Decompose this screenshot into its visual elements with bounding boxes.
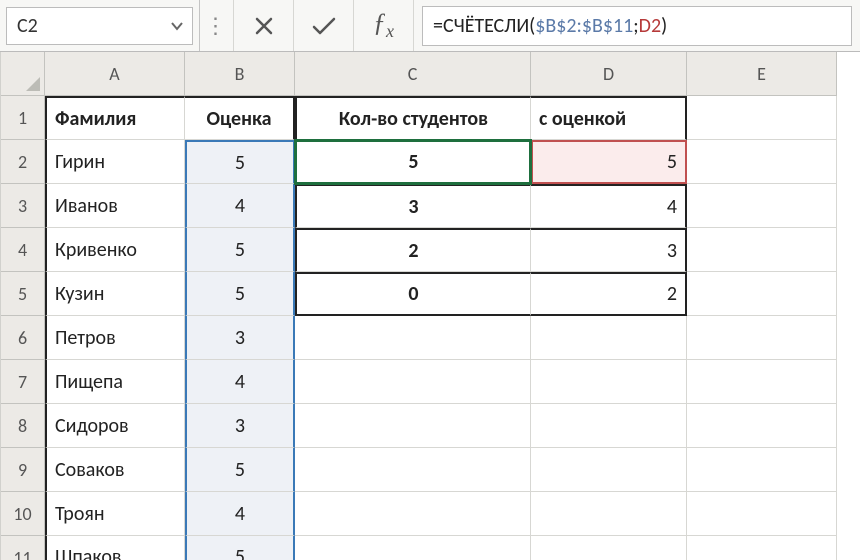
cell-C8[interactable] [295,404,531,448]
cell-C4[interactable]: 2 [295,228,531,272]
cell-E6[interactable] [687,316,837,360]
cell-A7[interactable]: Пищепа [45,360,185,404]
cell-C11[interactable] [295,536,531,560]
row-header-5[interactable]: 5 [1,272,45,316]
cell-B6[interactable]: 3 [185,316,295,360]
cell-B11[interactable]: 5 [185,536,295,560]
cell-B10[interactable]: 4 [185,492,295,536]
cell-A10[interactable]: Троян [45,492,185,536]
cell-E11[interactable] [687,536,837,560]
cell-B8[interactable]: 3 [185,404,295,448]
name-box-value: C2 [17,14,38,38]
cell-A8[interactable]: Сидоров [45,404,185,448]
cell-A6[interactable]: Петров [45,316,185,360]
row-header-11[interactable]: 11 [1,536,45,560]
cell-E5[interactable] [687,272,837,316]
cell-C9[interactable] [295,448,531,492]
row-header-3[interactable]: 3 [1,184,45,228]
row-header-7[interactable]: 7 [1,360,45,404]
col-header-A[interactable]: A [45,52,185,96]
cell-D6[interactable] [531,316,687,360]
row-header-10[interactable]: 10 [1,492,45,536]
cell-A11[interactable]: Шпаков [45,536,185,560]
row-header-6[interactable]: 6 [1,316,45,360]
cell-E2[interactable] [687,140,837,184]
row-header-1[interactable]: 1 [1,96,45,140]
enter-button[interactable] [294,0,354,51]
cell-B7[interactable]: 4 [185,360,295,404]
cell-D10[interactable] [531,492,687,536]
cell-C2[interactable]: 5 [295,140,531,184]
cell-D3[interactable]: 4 [531,184,687,228]
row-header-8[interactable]: 8 [1,404,45,448]
cell-E1[interactable] [687,96,837,140]
cell-B3[interactable]: 4 [185,184,295,228]
cell-D9[interactable] [531,448,687,492]
row-header-9[interactable]: 9 [1,448,45,492]
formula-text-ref: D2 [639,14,661,38]
formula-text-range: $B$2:$B$11 [535,14,633,38]
cell-A2[interactable]: Гирин [45,140,185,184]
separator-dots-icon: ⋮ [200,0,234,51]
col-header-E[interactable]: E [687,52,837,96]
cell-B5[interactable]: 5 [185,272,295,316]
cell-B4[interactable]: 5 [185,228,295,272]
cell-D1[interactable]: с оценкой [531,96,687,140]
cell-A5[interactable]: Кузин [45,272,185,316]
col-header-D[interactable]: D [531,52,687,96]
row-header-4[interactable]: 4 [1,228,45,272]
cell-D8[interactable] [531,404,687,448]
formula-bar: C2 ⋮ ƒx =СЧЁТЕСЛИ($B$2:$B$11;D2) [0,0,860,52]
cell-C1[interactable]: Кол-во студентов [295,96,531,140]
cell-E10[interactable] [687,492,837,536]
fx-icon[interactable]: ƒx [354,0,414,51]
cell-E3[interactable] [687,184,837,228]
cell-B1[interactable]: Оценка [185,96,295,140]
cell-E9[interactable] [687,448,837,492]
cell-E8[interactable] [687,404,837,448]
cell-B9[interactable]: 5 [185,448,295,492]
cell-A3[interactable]: Иванов [45,184,185,228]
chevron-down-icon[interactable] [170,19,184,33]
col-header-B[interactable]: B [185,52,295,96]
cell-A1[interactable]: Фамилия [45,96,185,140]
cell-C3[interactable]: 3 [295,184,531,228]
name-box[interactable]: C2 [0,0,200,51]
cell-E4[interactable] [687,228,837,272]
cell-D4[interactable]: 3 [531,228,687,272]
cell-A9[interactable]: Соваков [45,448,185,492]
col-header-C[interactable]: C [295,52,531,96]
formula-text-suffix: ) [661,14,667,38]
cell-C5[interactable]: 0 [295,272,531,316]
formula-text-fn: =СЧЁТЕСЛИ( [433,14,535,38]
row-header-2[interactable]: 2 [1,140,45,184]
cell-C6[interactable] [295,316,531,360]
cell-D5[interactable]: 2 [531,272,687,316]
formula-input[interactable]: =СЧЁТЕСЛИ($B$2:$B$11;D2) [414,0,860,51]
cell-D7[interactable] [531,360,687,404]
select-all-corner[interactable] [1,52,45,96]
cell-D2[interactable]: 5 [531,140,687,184]
cell-A4[interactable]: Кривенко [45,228,185,272]
spreadsheet-grid[interactable]: A B C D E 1 Фамилия Оценка Кол-во студен… [0,52,860,560]
cell-C10[interactable] [295,492,531,536]
cell-C7[interactable] [295,360,531,404]
cell-B2[interactable]: 5 [185,140,295,184]
cell-D11[interactable] [531,536,687,560]
cell-E7[interactable] [687,360,837,404]
cancel-button[interactable] [234,0,294,51]
